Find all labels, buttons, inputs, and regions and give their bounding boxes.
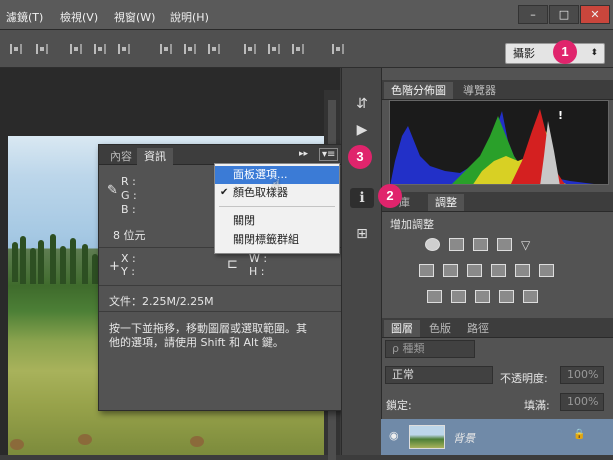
exposure-icon[interactable] — [497, 238, 512, 251]
align-vcenter-icon[interactable] — [94, 44, 106, 54]
layer-row-background[interactable]: ◉ 背景 🔒 — [381, 419, 613, 455]
distribute-bottom-icon[interactable] — [208, 44, 220, 54]
rgb-label-b: B : — [121, 203, 136, 216]
channel-mixer-icon[interactable] — [515, 264, 530, 277]
selective-color-icon[interactable] — [499, 290, 514, 303]
selection-size-icon: ⊏ — [227, 257, 238, 272]
history-icon[interactable]: ⇵ — [350, 94, 374, 114]
h-label: H : — [249, 265, 265, 278]
menu-item-close-tab-group[interactable]: 關閉標籤群組 — [215, 231, 339, 249]
menu-filter[interactable]: 濾鏡(T) — [6, 9, 43, 25]
layer-comps-icon[interactable]: ⊞ — [350, 224, 374, 244]
black-white-icon[interactable] — [467, 264, 482, 277]
distribute-hcenter-icon[interactable] — [268, 44, 280, 54]
distribute-vcenter-icon[interactable] — [184, 44, 196, 54]
adjustment-icons: ▽ — [419, 238, 555, 308]
bit-depth: 8 位元 — [113, 229, 146, 242]
histogram-chart: ! — [389, 100, 609, 185]
chevron-down-icon: ⬍ — [590, 48, 598, 58]
maximize-button[interactable]: □ — [549, 5, 579, 24]
tab-channels[interactable]: 色版 — [422, 320, 458, 337]
minimize-button[interactable]: – — [518, 5, 548, 24]
menu-bar: 濾鏡(T) 檢視(V) 視窗(W) 說明(H) – □ ✕ — [0, 0, 613, 30]
x-label: X : — [121, 252, 136, 265]
menu-item-close[interactable]: 關閉 — [215, 212, 339, 230]
menu-help[interactable]: 說明(H) — [170, 9, 209, 25]
collapse-icon[interactable]: ▸▸ — [299, 149, 308, 159]
distribute-top-icon[interactable] — [160, 44, 172, 54]
y-label: Y : — [121, 265, 135, 278]
threshold-icon[interactable] — [475, 290, 490, 303]
crosshair-icon: + — [109, 259, 120, 274]
color-lookup-icon[interactable] — [539, 264, 554, 277]
align-top-icon[interactable] — [70, 44, 82, 54]
adjustments-title: 增加調整 — [390, 218, 434, 231]
adjustments-tabbar: 庫 調整 — [382, 192, 613, 212]
tab-properties[interactable]: 內容 — [103, 148, 139, 165]
warning-icon[interactable]: ! — [558, 109, 563, 122]
tab-info[interactable]: 資訊 — [137, 148, 173, 165]
invert-icon[interactable] — [427, 290, 442, 303]
tab-histogram[interactable]: 色階分佈圖 — [384, 82, 453, 99]
rgb-label-g: G : — [121, 189, 137, 202]
brightness-icon[interactable] — [425, 238, 440, 251]
align-left-icon[interactable] — [10, 44, 22, 54]
info-icon[interactable]: ℹ — [350, 188, 374, 208]
cursor-icon: ☝ — [272, 177, 281, 193]
info-panel-tabbar: 內容 資訊 ▸▸ ▾≡ — [99, 145, 347, 165]
align-hcenter-icon[interactable] — [36, 44, 48, 54]
vibrance-icon[interactable]: ▽ — [521, 238, 536, 252]
lock-label: 鎖定: — [386, 399, 412, 412]
close-button[interactable]: ✕ — [580, 5, 610, 24]
color-balance-icon[interactable] — [443, 264, 458, 277]
eye-icon[interactable]: ◉ — [389, 429, 399, 442]
curves-icon[interactable] — [473, 238, 488, 251]
posterize-icon[interactable] — [451, 290, 466, 303]
layer-thumbnail — [409, 425, 445, 449]
workspace-label: 攝影 — [513, 47, 535, 60]
photo-filter-icon[interactable] — [491, 264, 506, 277]
gradient-map-icon[interactable] — [523, 290, 538, 303]
hint-text-line2: 他的選項，請使用 Shift 和 Alt 鍵。 — [109, 336, 284, 349]
panel-menu-button[interactable]: ▾≡ — [319, 148, 339, 161]
step-badge-1: 1 — [553, 40, 577, 64]
layer-name: 背景 — [453, 432, 475, 445]
collapsed-panel-strip: ⇵ ▶ ✂ ℹ ⊞ — [341, 68, 381, 455]
opacity-label: 不透明度: — [500, 372, 548, 385]
eyedropper-icon: ✎ — [107, 183, 118, 198]
layer-filter-kind[interactable]: ρ 種類 — [385, 340, 475, 358]
layers-tabbar: 圖層 色版 路徑 — [382, 318, 613, 338]
distribute-right-icon[interactable] — [292, 44, 304, 54]
fill-field[interactable]: 100% — [560, 393, 604, 411]
menu-window[interactable]: 視窗(W) — [114, 9, 155, 25]
step-badge-3: 3 — [348, 145, 372, 169]
play-action-icon[interactable]: ▶ — [350, 120, 374, 140]
histogram-tabbar: 色階分佈圖 導覽器 — [382, 80, 613, 100]
file-size-info: 文件：2.25M/2.25M — [109, 295, 214, 308]
tab-paths[interactable]: 路徑 — [460, 320, 496, 337]
fill-label: 填滿: — [524, 399, 550, 412]
menu-view[interactable]: 檢視(V) — [60, 9, 98, 25]
tab-navigator[interactable]: 導覽器 — [456, 82, 503, 99]
tab-adjustments[interactable]: 調整 — [428, 194, 464, 211]
opacity-field[interactable]: 100% — [560, 366, 604, 384]
lock-icon: 🔒 — [573, 429, 586, 440]
levels-icon[interactable] — [449, 238, 464, 251]
blend-mode-select[interactable]: 正常 — [385, 366, 493, 384]
align-bottom-icon[interactable] — [118, 44, 130, 54]
tab-layers[interactable]: 圖層 — [384, 320, 420, 337]
step-badge-2: 2 — [378, 184, 402, 208]
hue-saturation-icon[interactable] — [419, 264, 434, 277]
distribute-left-icon[interactable] — [244, 44, 256, 54]
checkmark-icon: ✔ — [220, 187, 229, 198]
rgb-label-r: R : — [121, 175, 136, 188]
auto-align-icon[interactable] — [332, 44, 344, 54]
